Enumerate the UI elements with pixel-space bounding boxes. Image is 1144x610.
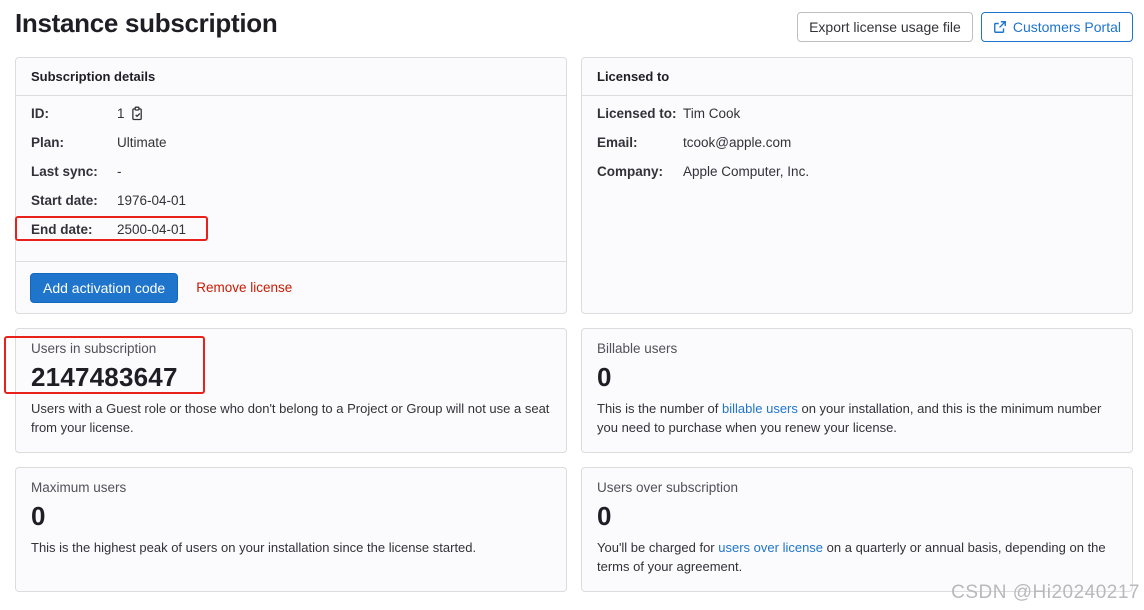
detail-label: Licensed to: bbox=[597, 106, 677, 121]
users-in-subscription-card: Users in subscription 2147483647 Users w… bbox=[15, 328, 567, 453]
users-over-license-link[interactable]: users over license bbox=[718, 540, 823, 555]
detail-row-last-sync: Last sync: - bbox=[31, 157, 551, 186]
detail-value: tcook@apple.com bbox=[683, 135, 792, 150]
detail-row-id: ID: 1 bbox=[31, 99, 551, 128]
detail-value: Tim Cook bbox=[683, 106, 741, 121]
detail-label: Company: bbox=[597, 164, 664, 179]
detail-row-email: Email: tcook@apple.com bbox=[597, 128, 1117, 157]
detail-value: - bbox=[117, 164, 122, 179]
maximum-users-description: This is the highest peak of users on you… bbox=[31, 540, 477, 555]
detail-row-licensee: Licensed to: Tim Cook bbox=[597, 99, 1117, 128]
licensed-to-card: Licensed to Licensed to: Tim Cook Email:… bbox=[581, 57, 1133, 314]
subscription-id-value: 1 bbox=[117, 106, 125, 121]
detail-value: 1976-04-01 bbox=[117, 193, 187, 208]
maximum-users-card: Maximum users 0 This is the highest peak… bbox=[15, 467, 567, 592]
users-over-subscription-value: 0 bbox=[597, 501, 612, 531]
customers-portal-label: Customers Portal bbox=[1012, 19, 1121, 35]
detail-row-start-date: Start date: 1976-04-01 bbox=[31, 186, 551, 215]
detail-label: Start date: bbox=[31, 193, 98, 208]
detail-value: 1 bbox=[117, 106, 144, 121]
external-link-icon bbox=[993, 21, 1006, 33]
detail-label: Last sync: bbox=[31, 164, 98, 179]
billable-users-card: Billable users 0 This is the number of b… bbox=[581, 328, 1133, 453]
licensed-to-body: Licensed to: Tim Cook Email: tcook@apple… bbox=[582, 96, 1132, 196]
export-license-usage-label: Export license usage file bbox=[809, 19, 961, 35]
detail-value: Apple Computer, Inc. bbox=[683, 164, 810, 179]
users-over-subscription-card: Users over subscription 0 You'll be char… bbox=[581, 467, 1133, 592]
customers-portal-button[interactable]: Customers Portal bbox=[980, 12, 1133, 42]
remove-license-link[interactable]: Remove license bbox=[196, 280, 292, 295]
billable-users-value: 0 bbox=[597, 362, 612, 392]
subscription-details-header: Subscription details bbox=[16, 58, 566, 96]
csdn-watermark: CSDN @Hi20240217 bbox=[951, 582, 1140, 603]
users-over-subscription-label: Users over subscription bbox=[597, 480, 739, 495]
maximum-users-label: Maximum users bbox=[31, 480, 127, 495]
users-over-desc-before: You'll be charged for bbox=[597, 540, 719, 555]
subscription-details-card: Subscription details ID: 1 Plan: Ultimat… bbox=[15, 57, 567, 314]
detail-row-company: Company: Apple Computer, Inc. bbox=[597, 157, 1117, 186]
users-in-subscription-description: Users with a Guest role or those who don… bbox=[31, 401, 550, 435]
export-license-usage-button[interactable]: Export license usage file bbox=[797, 12, 973, 42]
copy-to-clipboard-icon[interactable] bbox=[131, 106, 144, 121]
maximum-users-value: 0 bbox=[31, 501, 46, 531]
detail-label: End date: bbox=[31, 222, 93, 237]
billable-users-desc-before: This is the number of bbox=[597, 401, 722, 416]
header-actions: Export license usage file Customers Port… bbox=[797, 12, 1133, 42]
detail-label: Email: bbox=[597, 135, 638, 150]
detail-label: ID: bbox=[31, 106, 49, 121]
licensed-to-header: Licensed to bbox=[582, 58, 1132, 96]
users-over-subscription-description: You'll be charged for users over license… bbox=[597, 538, 1117, 576]
detail-row-plan: Plan: Ultimate bbox=[31, 128, 551, 157]
detail-row-end-date: End date: 2500-04-01 bbox=[31, 215, 551, 244]
users-in-subscription-value: 2147483647 bbox=[31, 362, 178, 392]
billable-users-label: Billable users bbox=[597, 341, 678, 356]
users-in-subscription-label: Users in subscription bbox=[31, 341, 157, 356]
page-title: Instance subscription bbox=[15, 8, 278, 38]
detail-label: Plan: bbox=[31, 135, 65, 150]
subscription-details-body: ID: 1 Plan: Ultimate Last sync: - Start … bbox=[16, 96, 566, 254]
detail-value: Ultimate bbox=[117, 135, 167, 150]
billable-users-link[interactable]: billable users bbox=[722, 401, 798, 416]
subscription-details-footer: Add activation code Remove license bbox=[16, 261, 566, 313]
billable-users-description: This is the number of billable users on … bbox=[597, 399, 1117, 437]
detail-value: 2500-04-01 bbox=[117, 222, 187, 237]
add-activation-code-button[interactable]: Add activation code bbox=[30, 272, 179, 303]
